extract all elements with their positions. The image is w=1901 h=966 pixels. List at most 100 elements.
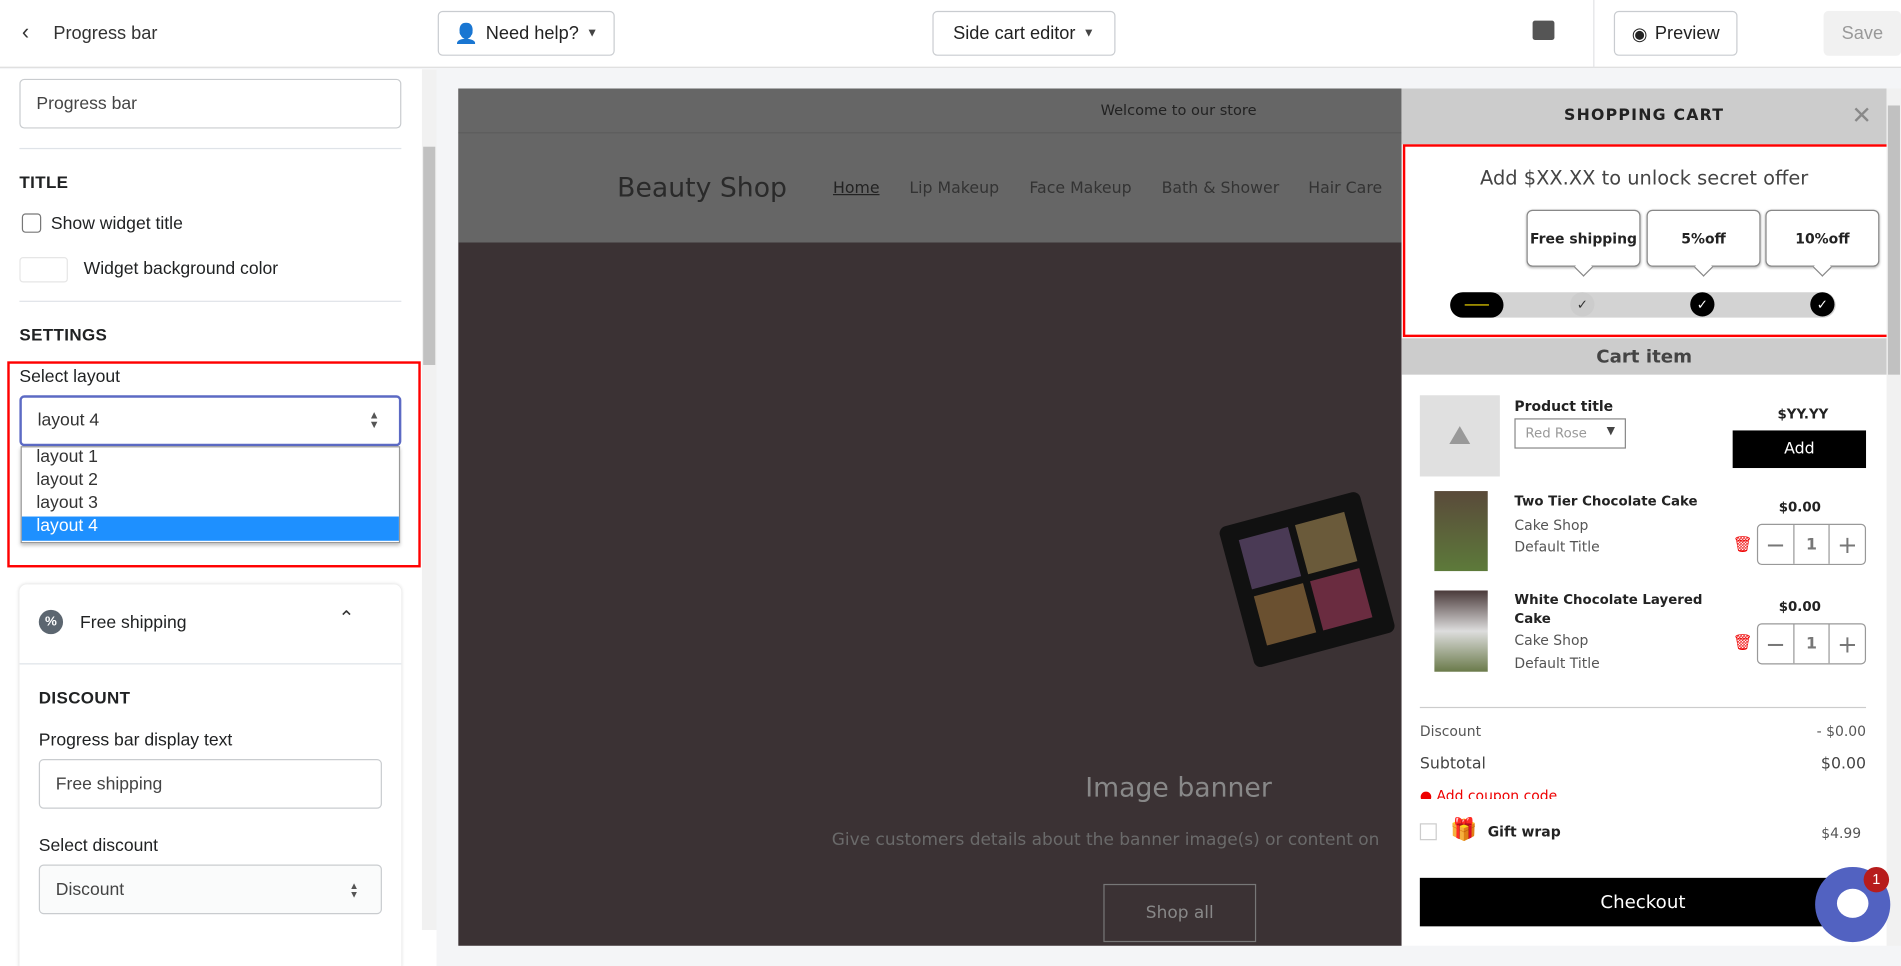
minus-button[interactable]: − xyxy=(1758,525,1795,564)
quantity-value[interactable]: 1 xyxy=(1794,624,1831,664)
item-vendor: Cake Shop xyxy=(1514,516,1589,534)
scrollbar-thumb[interactable] xyxy=(423,146,436,365)
notification-badge: 1 xyxy=(1863,866,1890,893)
layout-select[interactable]: layout 4 ▲ ▼ xyxy=(19,395,402,447)
item-title[interactable]: White Chocolate Layered Cake xyxy=(1514,590,1714,629)
scrollbar[interactable] xyxy=(421,69,437,930)
minus-button[interactable]: − xyxy=(1758,624,1795,664)
milestone-5-off: 5%off xyxy=(1646,209,1761,267)
shop-all-button[interactable]: Shop all xyxy=(1103,883,1257,943)
upsell-title: Product title xyxy=(1514,397,1614,415)
milestone-10-off: 10%off xyxy=(1765,209,1880,267)
progress-fill xyxy=(1450,292,1503,318)
settings-heading: SETTINGS xyxy=(19,324,108,345)
gift-wrap-price: $4.99 xyxy=(1821,824,1862,842)
divider xyxy=(1593,0,1595,68)
product-image xyxy=(1434,491,1488,572)
item-title[interactable]: Two Tier Chocolate Cake xyxy=(1514,493,1697,509)
display-text-input[interactable]: Free shipping xyxy=(38,759,382,809)
page-title: Progress bar xyxy=(53,23,158,44)
layout-option[interactable]: layout 1 xyxy=(22,447,399,470)
check-icon: ✓ xyxy=(1570,292,1595,317)
cart-scrollbar[interactable] xyxy=(1886,88,1901,946)
title-heading: TITLE xyxy=(19,172,69,192)
chat-widget-button[interactable]: 1 xyxy=(1815,866,1891,943)
nav-home[interactable]: Home xyxy=(833,179,880,197)
layout-option[interactable]: layout 3 xyxy=(22,493,399,516)
settings-panel: Progress bar TITLE Show widget title Wid… xyxy=(0,69,437,966)
product-image xyxy=(1434,590,1488,672)
back-icon[interactable]: ‹ xyxy=(22,19,29,44)
select-discount-label: Select discount xyxy=(38,836,159,857)
cart-title: SHOPPING CART xyxy=(1401,88,1887,145)
layout-dropdown-list: layout 1 layout 2 layout 3 layout 4 xyxy=(20,446,401,544)
discount-label: Discount xyxy=(1419,722,1482,740)
progress-text: Add $XX.XX to unlock secret offer xyxy=(1480,166,1809,190)
store-logo[interactable]: Beauty Shop xyxy=(617,173,787,203)
announcement-bar: Welcome to our store xyxy=(458,89,1402,134)
quantity-value[interactable]: 1 xyxy=(1794,525,1831,564)
gift-wrap-checkbox[interactable] xyxy=(1419,823,1437,841)
editor-select-button[interactable]: Side cart editor ▼ xyxy=(932,10,1116,56)
quantity-stepper: −1 + xyxy=(1756,623,1867,665)
quantity-stepper: −1 + xyxy=(1756,523,1867,566)
gift-wrap-label: Gift wrap xyxy=(1487,823,1561,841)
gift-icon: 🎁 xyxy=(1450,817,1478,843)
need-help-button[interactable]: 👤 Need help? ▼ xyxy=(437,10,615,56)
discount-select[interactable]: Discount ▲ ▼ xyxy=(38,864,382,915)
item-price: $0.00 xyxy=(1778,598,1821,615)
divider xyxy=(19,663,402,665)
show-title-checkbox[interactable] xyxy=(21,213,42,233)
nav-bath-shower[interactable]: Bath & Shower xyxy=(1162,179,1280,197)
save-button[interactable]: Save xyxy=(1823,10,1901,56)
widget-name-input[interactable]: Progress bar xyxy=(19,78,402,129)
plus-button[interactable]: + xyxy=(1830,525,1865,564)
nav-face-makeup[interactable]: Face Makeup xyxy=(1029,179,1131,197)
layout-option-selected[interactable]: layout 4 xyxy=(21,516,399,541)
close-icon[interactable]: ✕ xyxy=(1851,101,1871,130)
chat-bubble-icon xyxy=(1836,888,1869,918)
layout-option[interactable]: layout 2 xyxy=(22,470,399,493)
caret-down-icon: ▼ xyxy=(1606,425,1616,438)
nav-lip-makeup[interactable]: Lip Makeup xyxy=(909,179,999,197)
item-price: $0.00 xyxy=(1778,499,1821,516)
chevron-up-icon[interactable]: ⌃ xyxy=(338,606,354,630)
layout-label: Select layout xyxy=(19,367,121,387)
check-icon: ✓ xyxy=(1810,292,1835,317)
preview-button[interactable]: ◉ Preview xyxy=(1613,10,1738,56)
palette-image xyxy=(1217,490,1397,669)
support-agent-icon: 👤 xyxy=(454,23,479,45)
milestone-free-shipping: Free shipping xyxy=(1526,209,1641,267)
subtotal-label: Subtotal xyxy=(1419,755,1486,774)
image-placeholder-icon: ⛰ xyxy=(1419,395,1500,477)
nav-hair-care[interactable]: Hair Care xyxy=(1308,179,1382,197)
caret-down-icon: ▼ xyxy=(1082,26,1095,41)
cart-item-heading: Cart item xyxy=(1401,338,1887,375)
add-coupon-link[interactable]: ● Add coupon code xyxy=(1420,787,1663,799)
scrollbar-thumb[interactable] xyxy=(1887,105,1900,375)
caret-down-icon: ▼ xyxy=(586,26,599,41)
select-arrows-icon: ▲ ▼ xyxy=(368,408,380,431)
eye-icon: ◉ xyxy=(1631,23,1648,45)
variant-select[interactable]: Red Rose ▼ xyxy=(1514,418,1626,449)
check-icon: ✓ xyxy=(1690,292,1715,317)
store-header: Welcome to our store Beauty Shop Home Li… xyxy=(458,88,1402,243)
discount-heading: DISCOUNT xyxy=(38,687,131,707)
trash-icon[interactable]: 🗑 xyxy=(1733,536,1753,554)
trash-icon[interactable]: 🗑 xyxy=(1733,634,1753,652)
discount-badge-icon: % xyxy=(38,609,64,635)
display-text-label: Progress bar display text xyxy=(38,731,233,751)
plus-button[interactable]: + xyxy=(1830,624,1865,663)
desktop-icon[interactable] xyxy=(1532,20,1555,41)
subtotal-value: $0.00 xyxy=(1820,755,1867,774)
checkout-button[interactable]: Checkout xyxy=(1419,877,1867,927)
bg-color-label: Widget background color xyxy=(83,259,279,279)
show-title-label: Show widget title xyxy=(50,214,183,235)
add-upsell-button[interactable]: Add xyxy=(1732,430,1867,469)
progress-track xyxy=(1450,292,1836,318)
item-variant: Default Title xyxy=(1514,654,1600,672)
divider xyxy=(19,147,402,150)
discount-value: - $0.00 xyxy=(1816,722,1867,740)
free-shipping-card: % Free shipping ⌃ DISCOUNT Progress bar … xyxy=(19,584,402,966)
bg-color-swatch[interactable] xyxy=(19,257,68,283)
